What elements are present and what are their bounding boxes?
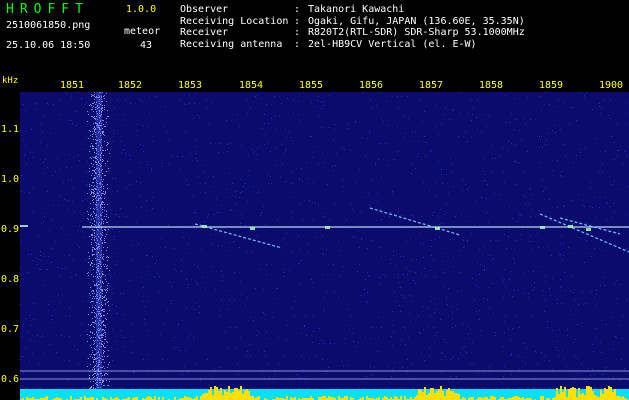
info-row-observer: Observer : Takanori Kawachi xyxy=(180,4,525,16)
x-tick-label: 1851 xyxy=(60,80,85,91)
station-info: Observer : Takanori Kawachi Receiving Lo… xyxy=(180,4,525,50)
y-tick-label: 0.7 xyxy=(1,324,20,335)
y-tick-label: 0.9 xyxy=(1,224,20,235)
app-version: 1.0.0 xyxy=(126,4,157,15)
x-tick-label: 1856 xyxy=(359,80,384,91)
meteor-echo-head xyxy=(586,228,591,231)
x-tick-label: 1854 xyxy=(239,80,264,91)
header-panel: HROFFT 1.0.0 2510061850.png meteor 25.10… xyxy=(0,0,629,76)
x-tick-label: 1853 xyxy=(178,80,203,91)
spectrogram-view xyxy=(20,92,629,400)
info-separator: : xyxy=(294,38,301,50)
info-value: Takanori Kawachi xyxy=(308,4,405,15)
meteor-echo-head xyxy=(568,225,573,228)
y-unit-label: kHz xyxy=(2,76,19,86)
meteor-label: meteor xyxy=(124,26,161,37)
hrofft-window: HROFFT 1.0.0 2510061850.png meteor 25.10… xyxy=(0,0,629,400)
interference-band-core xyxy=(96,92,102,392)
spectrogram-canvas xyxy=(20,92,629,400)
info-row-receiver: Receiver : R820T2(RTL-SDR) SDR-Sharp 53.… xyxy=(180,27,525,39)
x-tick-label: 1859 xyxy=(539,80,564,91)
info-key: Observer xyxy=(180,4,229,15)
x-tick-label: 1852 xyxy=(118,80,143,91)
app-title: HROFFT xyxy=(6,2,89,17)
meteor-echo-head xyxy=(435,227,440,230)
info-row-antenna: Receiving antenna : 2el-HB9CV Vertical (… xyxy=(180,39,525,51)
y-tick-label: 1.0 xyxy=(1,174,20,185)
info-row-location: Receiving Location : Ogaki, Gifu, JAPAN … xyxy=(180,16,525,28)
info-key: Receiver xyxy=(180,27,229,38)
info-key: Receiving antenna xyxy=(180,38,283,50)
x-tick-label: 1855 xyxy=(299,80,324,91)
y-tick-label: 1.1 xyxy=(1,124,20,135)
x-tick-label: 1858 xyxy=(479,80,504,91)
datetime: 25.10.06 18:50 xyxy=(6,40,91,51)
meteor-echo-head xyxy=(202,225,207,228)
info-value: R820T2(RTL-SDR) SDR-Sharp 53.1000MHz xyxy=(308,27,525,38)
info-key: Receiving Location xyxy=(180,15,289,27)
x-tick-label: 1900 xyxy=(599,80,624,91)
x-tick-label: 1857 xyxy=(419,80,444,91)
y-tick-label: 0.6 xyxy=(1,374,20,385)
meteor-count: 43 xyxy=(139,40,152,51)
spectrogram-background xyxy=(20,92,629,400)
info-separator: : xyxy=(294,27,301,38)
info-separator: : xyxy=(294,4,301,15)
info-value: 2el-HB9CV Vertical (el. E-W) xyxy=(308,38,477,50)
info-separator: : xyxy=(294,15,301,27)
meteor-echo-head xyxy=(540,226,545,229)
info-value: Ogaki, Gifu, JAPAN (136.60E, 35.35N) xyxy=(308,15,525,27)
meteor-echo-head xyxy=(325,226,330,229)
filename: 2510061850.png xyxy=(6,20,91,31)
meteor-echo-head xyxy=(250,227,255,230)
y-tick-label: 0.8 xyxy=(1,274,20,285)
